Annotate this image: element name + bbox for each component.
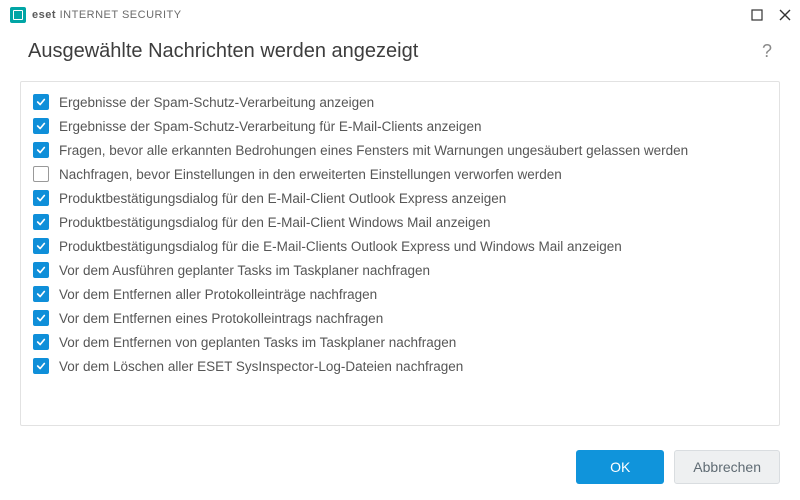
option-label: Fragen, bevor alle erkannten Bedrohungen…: [59, 143, 688, 158]
option-checkbox[interactable]: [33, 118, 49, 134]
window-controls: [750, 8, 792, 22]
option-label: Vor dem Entfernen von geplanten Tasks im…: [59, 335, 456, 350]
content-area: Ergebnisse der Spam-Schutz-Verarbeitung …: [0, 81, 800, 434]
option-checkbox[interactable]: [33, 310, 49, 326]
option-checkbox[interactable]: [33, 334, 49, 350]
option-checkbox[interactable]: [33, 238, 49, 254]
option-checkbox[interactable]: [33, 142, 49, 158]
dialog-title: Ausgewählte Nachrichten werden angezeigt: [28, 40, 418, 63]
option-row: Nachfragen, bevor Einstellungen in den e…: [29, 162, 775, 186]
brand: eset INTERNET SECURITY: [10, 7, 182, 23]
option-checkbox[interactable]: [33, 214, 49, 230]
option-checkbox[interactable]: [33, 190, 49, 206]
option-row: Vor dem Ausführen geplanter Tasks im Tas…: [29, 258, 775, 282]
maximize-button[interactable]: [750, 8, 764, 22]
help-icon[interactable]: ?: [762, 41, 772, 62]
ok-button[interactable]: OK: [576, 450, 664, 484]
titlebar: eset INTERNET SECURITY: [0, 0, 800, 30]
option-label: Vor dem Entfernen aller Protokolleinträg…: [59, 287, 377, 302]
cancel-button[interactable]: Abbrechen: [674, 450, 780, 484]
options-list[interactable]: Ergebnisse der Spam-Schutz-Verarbeitung …: [21, 82, 779, 425]
option-checkbox[interactable]: [33, 262, 49, 278]
close-button[interactable]: [778, 8, 792, 22]
option-row: Produktbestätigungsdialog für die E-Mail…: [29, 234, 775, 258]
option-label: Produktbestätigungsdialog für den E-Mail…: [59, 215, 490, 230]
option-row: Vor dem Löschen aller ESET SysInspector-…: [29, 354, 775, 378]
dialog-header: Ausgewählte Nachrichten werden angezeigt…: [0, 30, 800, 81]
product-name: eset INTERNET SECURITY: [32, 9, 182, 21]
option-row: Ergebnisse der Spam-Schutz-Verarbeitung …: [29, 114, 775, 138]
option-label: Nachfragen, bevor Einstellungen in den e…: [59, 167, 562, 182]
option-row: Ergebnisse der Spam-Schutz-Verarbeitung …: [29, 90, 775, 114]
option-row: Fragen, bevor alle erkannten Bedrohungen…: [29, 138, 775, 162]
option-checkbox[interactable]: [33, 358, 49, 374]
option-row: Produktbestätigungsdialog für den E-Mail…: [29, 210, 775, 234]
eset-logo-icon: [10, 7, 26, 23]
option-label: Ergebnisse der Spam-Schutz-Verarbeitung …: [59, 119, 481, 134]
option-row: Vor dem Entfernen aller Protokolleinträg…: [29, 282, 775, 306]
option-row: Produktbestätigungsdialog für den E-Mail…: [29, 186, 775, 210]
option-label: Vor dem Löschen aller ESET SysInspector-…: [59, 359, 463, 374]
option-label: Vor dem Entfernen eines Protokolleintrag…: [59, 311, 383, 326]
option-checkbox[interactable]: [33, 286, 49, 302]
options-panel: Ergebnisse der Spam-Schutz-Verarbeitung …: [20, 81, 780, 426]
dialog-footer: OK Abbrechen: [0, 434, 800, 500]
option-checkbox[interactable]: [33, 94, 49, 110]
option-row: Vor dem Entfernen eines Protokolleintrag…: [29, 306, 775, 330]
option-label: Ergebnisse der Spam-Schutz-Verarbeitung …: [59, 95, 374, 110]
option-label: Produktbestätigungsdialog für den E-Mail…: [59, 191, 506, 206]
option-row: Vor dem Entfernen von geplanten Tasks im…: [29, 330, 775, 354]
option-label: Produktbestätigungsdialog für die E-Mail…: [59, 239, 622, 254]
option-checkbox[interactable]: [33, 166, 49, 182]
option-label: Vor dem Ausführen geplanter Tasks im Tas…: [59, 263, 430, 278]
dialog-window: eset INTERNET SECURITY Ausgewählte Nachr…: [0, 0, 800, 500]
